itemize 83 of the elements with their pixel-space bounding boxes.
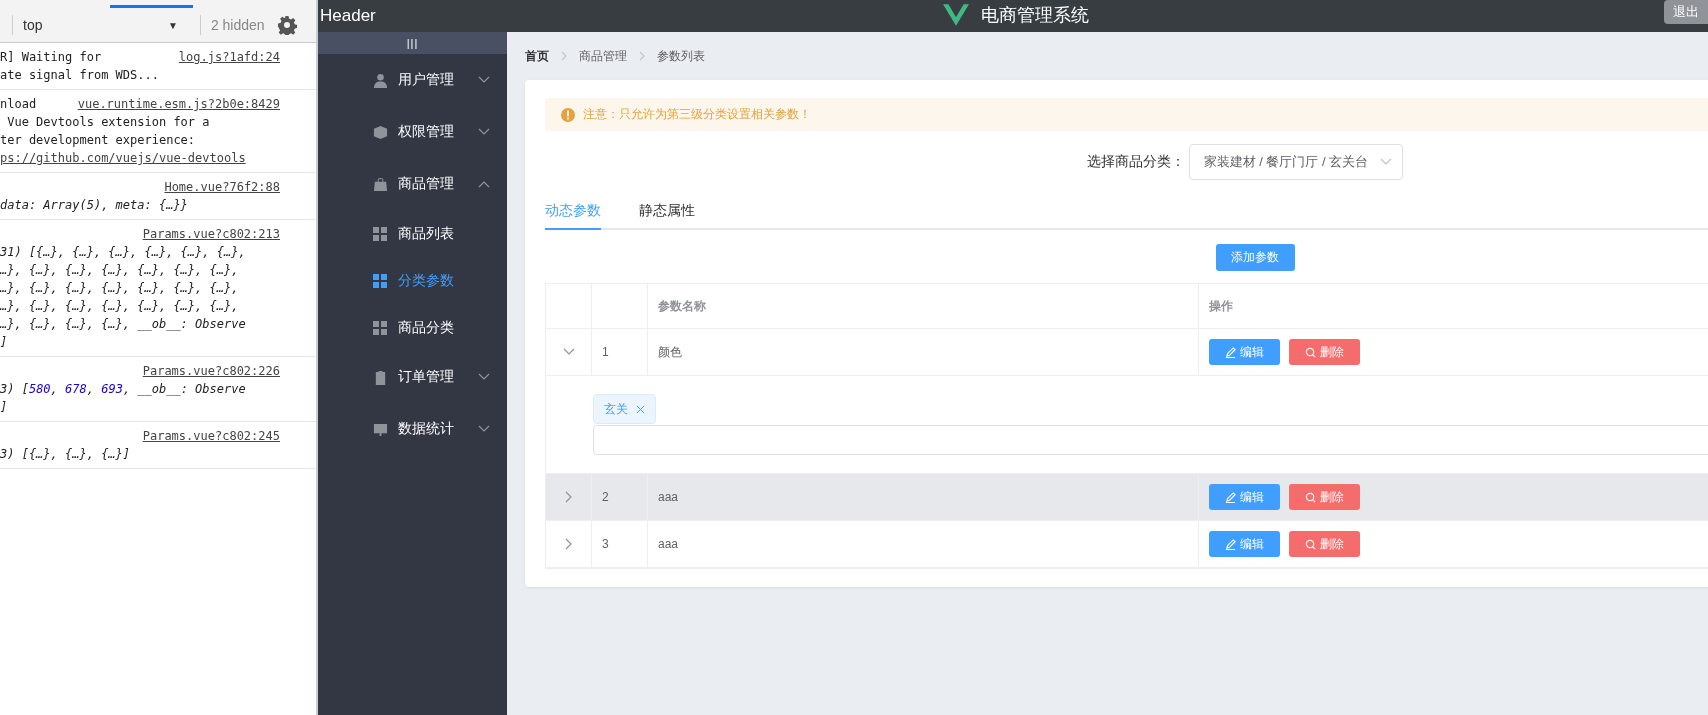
source-link[interactable]: vue.runtime.esm.js?2b0e:8429 [77,95,316,113]
console-text: 3) [{…}, {…}, {…}] [0,446,131,463]
presentation-icon [373,421,388,437]
source-link[interactable]: Params.vue?c802:245 [142,427,316,445]
submenu-item[interactable]: 商品列表 [318,210,507,257]
console-text: Vue Devtools extension for a [6,114,210,131]
console-text: ] [0,399,8,416]
console-text: 580 [28,381,51,398]
console-text: …}, {…}, {…}, {…}, __ob__: Observe [0,316,246,333]
console-text: 31) [{…}, {…}, {…}, {…}, {…}, {…}, [0,244,246,261]
category-select[interactable]: 家装建材 / 餐厅门厅 / 玄关台 [1188,144,1404,180]
console-link[interactable]: ps://github.com/vuejs/vue-devtools [0,149,246,167]
pencil-icon [1225,538,1236,550]
table-cell: 颜色 [658,343,682,361]
warning-icon [561,107,575,122]
breadcrumb-link[interactable]: 商品管理 [579,47,627,65]
console-text: 678 [65,381,87,398]
cube-icon [373,124,388,140]
console-text: data: Array(5), meta: {…}} [0,197,188,214]
console-text: R] Waiting for [0,49,102,66]
source-link[interactable]: Home.vue?76f2:88 [164,178,316,196]
search-icon [1305,538,1316,550]
console-text: , __ob__: Observe [122,381,246,398]
breadcrumb-link[interactable]: 参数列表 [657,47,705,65]
console-text: 3) [ [0,381,29,398]
expand-chevron-icon[interactable] [564,491,573,503]
person-icon [373,72,388,88]
console-text: ter development experience: [0,132,196,149]
chevron-icon [1380,158,1393,166]
console-text: , [50,381,59,398]
input-field[interactable] [593,425,1708,455]
column-header: 操作 [1209,297,1233,315]
breadcrumb-link[interactable]: 首页 [525,47,549,65]
search-icon [1305,491,1316,503]
separator-icon [639,51,645,61]
logo-icon [943,4,969,26]
table-cell: 3 [602,537,609,551]
expand-chevron-icon[interactable] [562,348,575,356]
header-label: Header [319,6,376,26]
separator-icon [561,51,567,61]
grid-icon [373,273,387,288]
console-text: ate signal from WDS... [0,67,159,84]
console-text: nload [0,96,37,113]
context-selector[interactable]: top [23,17,158,33]
pencil-icon [1225,346,1236,358]
console-text: , [86,381,95,398]
caret-icon[interactable]: ▼ [168,19,178,31]
settings-icon[interactable] [276,15,297,35]
table-cell: 1 [602,345,609,359]
table-cell: aaa [658,537,679,551]
table-cell: 2 [602,490,609,504]
source-link[interactable]: log.js?1afd:24 [178,48,316,66]
menu-item[interactable]: 权限管理 [318,106,507,158]
hidden-count: 2 hidden [210,17,265,33]
source-link[interactable]: Params.vue?c802:226 [142,362,316,380]
tab[interactable]: 静态属性 [639,196,695,230]
menu-item[interactable]: 用户管理 [318,54,507,106]
column-header: 参数名称 [658,297,706,315]
submenu-item[interactable]: 分类参数 [318,257,507,304]
alert-text: 注意：只允许为第三级分类设置相关参数！ [583,106,811,123]
console-text: …}, {…}, {…}, {…}, {…}, {…}, {…}, [0,298,239,315]
source-link[interactable]: Params.vue?c802:213 [142,225,316,243]
clipboard-icon [373,369,388,385]
search-icon [1305,346,1316,358]
close-icon[interactable] [636,404,645,414]
grid-icon [373,320,387,335]
submenu-item[interactable]: 商品分类 [318,304,507,351]
menu-item[interactable]: 订单管理 [318,351,507,403]
bag-icon [373,176,388,192]
menu-item[interactable]: 数据统计 [318,403,507,455]
console-text: …}, {…}, {…}, {…}, {…}, {…}, {…}, [0,280,239,297]
console-text: …}, {…}, {…}, {…}, {…}, {…}, {…}, [0,262,239,279]
field-label: 选择商品分类： [1086,153,1185,171]
pencil-icon [1225,491,1236,503]
tag: 玄关 [593,394,656,424]
app-title: 电商管理系统 [981,4,1089,27]
console-text: ] [0,334,8,351]
menu-item[interactable]: 商品管理 [318,158,507,210]
sidebar-toggle[interactable]: ||| [318,32,507,54]
table-cell: aaa [658,490,679,504]
expand-chevron-icon[interactable] [564,538,573,550]
grid-icon [373,226,387,241]
console-text: 693 [101,381,123,398]
